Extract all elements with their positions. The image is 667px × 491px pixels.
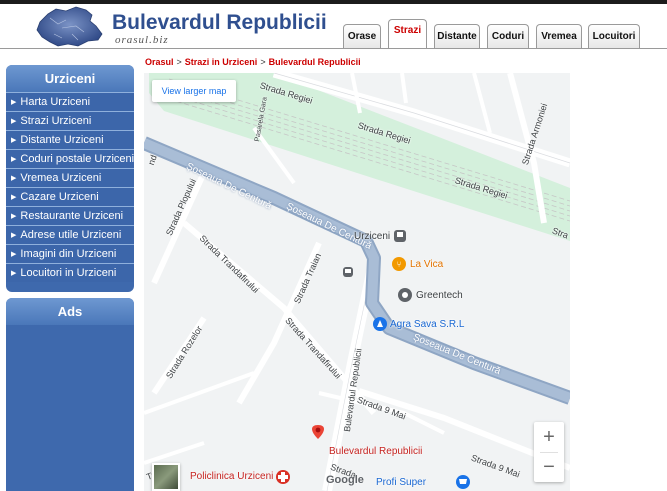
breadcrumb-separator: >	[260, 57, 266, 67]
svg-text:⑂: ⑂	[397, 260, 402, 269]
place-label-greentech[interactable]: Greentech	[416, 290, 463, 301]
satellite-layer-thumbnail[interactable]	[152, 463, 180, 491]
triangle-right-icon: ▶	[11, 137, 17, 144]
sidebar-city-title: Urziceni	[6, 65, 134, 92]
sidebar-item-label: Coduri postale Urziceni	[20, 153, 134, 165]
sidebar-item-label: Strazi Urziceni	[20, 115, 92, 127]
sidebar-item-cazare[interactable]: ▶ Cazare Urziceni	[6, 187, 134, 206]
triangle-right-icon: ▶	[11, 251, 17, 258]
zoom-out-button[interactable]: −	[534, 452, 564, 482]
google-logo: Google	[326, 474, 364, 486]
sidebar-city-menu: Urziceni ▶ Harta Urziceni ▶ Strazi Urzicen…	[6, 65, 134, 292]
breadcrumb-current[interactable]: Bulevardul Republicii	[269, 57, 361, 67]
triangle-right-icon: ▶	[11, 213, 17, 220]
site-domain: orasul.biz	[115, 34, 169, 46]
sidebar-item-strazi[interactable]: ▶ Strazi Urziceni	[6, 111, 134, 130]
sidebar-item-restaurante[interactable]: ▶ Restaurante Urziceni	[6, 206, 134, 225]
sidebar-item-distante[interactable]: ▶ Distante Urziceni	[6, 130, 134, 149]
triangle-right-icon: ▶	[11, 99, 17, 106]
zoom-controls: + −	[534, 422, 564, 482]
tab-locuitori[interactable]: Locuitori	[588, 24, 640, 48]
tab-orase[interactable]: Orase	[343, 24, 381, 48]
breadcrumb-link-orasul[interactable]: Orasul	[145, 57, 174, 67]
place-label-urziceni-station[interactable]: Urziceni	[354, 231, 390, 242]
tab-coduri[interactable]: Coduri	[487, 24, 529, 48]
place-label-la-vica[interactable]: La Vica	[410, 259, 443, 270]
sidebar-item-vremea[interactable]: ▶ Vremea Urziceni	[6, 168, 134, 187]
sidebar-item-label: Restaurante Urziceni	[20, 210, 124, 222]
tab-distante[interactable]: Distante	[434, 24, 480, 48]
place-label-profi[interactable]: Profi Super	[376, 477, 426, 488]
tab-vremea[interactable]: Vremea	[536, 24, 582, 48]
triangle-right-icon: ▶	[11, 270, 17, 277]
breadcrumb-link-strazi[interactable]: Strazi in Urziceni	[185, 57, 258, 67]
triangle-right-icon: ▶	[11, 118, 17, 125]
page: Bulevardul Republicii orasul.biz Orase S…	[0, 0, 667, 491]
triangle-right-icon: ▶	[11, 156, 17, 163]
triangle-right-icon: ▶	[11, 175, 17, 182]
view-larger-map-button[interactable]: View larger map	[152, 80, 236, 102]
breadcrumb-separator: >	[176, 57, 182, 67]
sidebar-item-coduri[interactable]: ▶ Coduri postale Urziceni	[6, 149, 134, 168]
street-map[interactable]: ⑂ Strada Regiei Strada Regiei Strada Reg…	[144, 73, 570, 491]
sidebar-item-label: Imagini din Urziceni	[20, 248, 117, 260]
map-roads: ⑂	[144, 73, 570, 491]
ads-title: Ads	[6, 298, 134, 325]
sidebar-item-label: Harta Urziceni	[20, 96, 91, 108]
place-label-agra-sava[interactable]: Agra Sava S.R.L	[390, 319, 464, 330]
sidebar-item-label: Distante Urziceni	[20, 134, 104, 146]
sidebar-item-label: Locuitori in Urziceni	[20, 267, 117, 279]
sidebar-item-label: Vremea Urziceni	[20, 172, 102, 184]
sidebar-item-harta[interactable]: ▶ Harta Urziceni	[6, 92, 134, 111]
sidebar-item-label: Cazare Urziceni	[20, 191, 99, 203]
place-label-policlinica[interactable]: Policlinica Urziceni	[190, 471, 273, 482]
site-title[interactable]: Bulevardul Republicii	[112, 11, 327, 35]
sidebar-item-imagini[interactable]: ▶ Imagini din Urziceni	[6, 244, 134, 263]
breadcrumb: Orasul > Strazi in Urziceni > Bulevardul Rep…	[145, 57, 361, 67]
sidebar-item-locuitori[interactable]: ▶ Locuitori in Urziceni	[6, 263, 134, 282]
sidebar-item-adrese[interactable]: ▶ Adrese utile Urziceni	[6, 225, 134, 244]
sidebar-ads: Ads	[6, 298, 134, 491]
sidebar-item-label: Adrese utile Urziceni	[20, 229, 122, 241]
header-divider	[0, 48, 667, 49]
zoom-in-button[interactable]: +	[534, 422, 564, 452]
triangle-right-icon: ▶	[11, 232, 17, 239]
tab-strazi[interactable]: Strazi	[388, 19, 427, 49]
romania-map-logo[interactable]	[32, 4, 108, 50]
triangle-right-icon: ▶	[11, 194, 17, 201]
pin-label-bulevardul-republicii[interactable]: Bulevardul Republicii	[329, 446, 422, 457]
